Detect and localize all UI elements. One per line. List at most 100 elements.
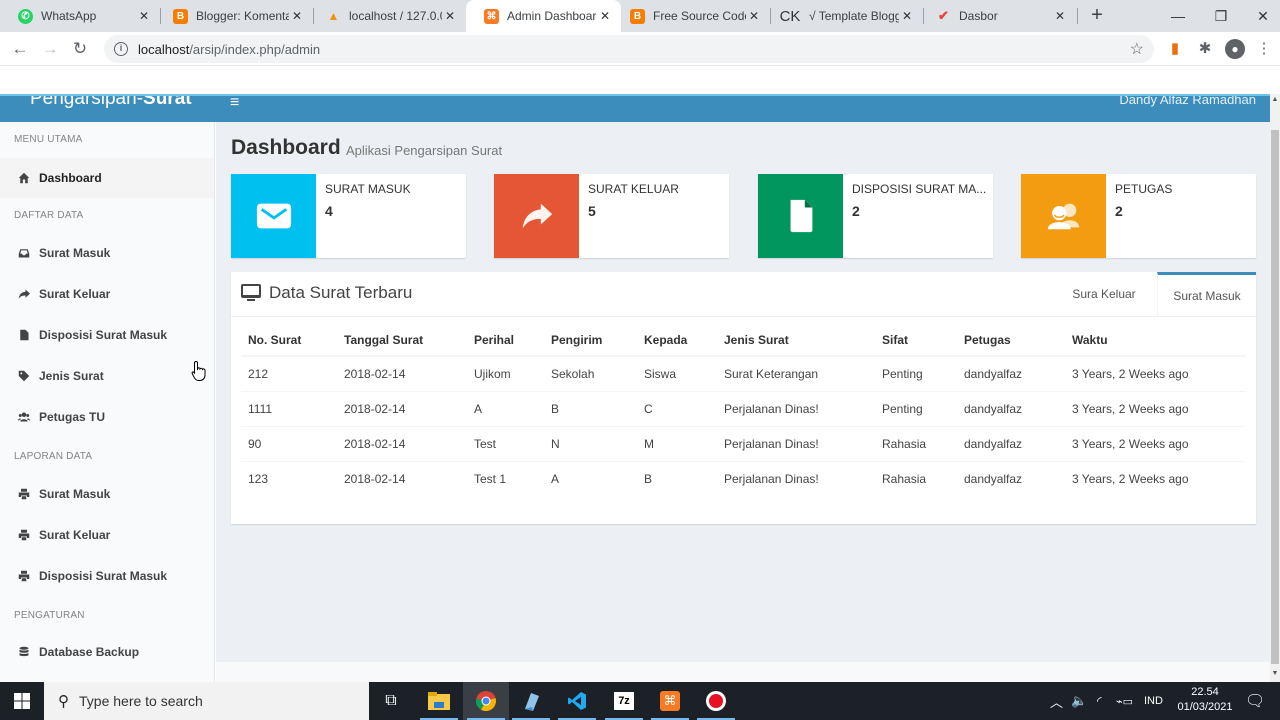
browser-tab-free-source-code[interactable]: B Free Source Code ✕ xyxy=(612,0,770,32)
battery-icon[interactable]: ⌁▭ xyxy=(1116,682,1133,720)
recent-letters-table: No. Surat Tanggal Surat Perihal Pengirim Kep… xyxy=(241,324,1246,496)
print-icon xyxy=(17,569,31,583)
taskbar-clock[interactable]: 22.54 01/03/2021 xyxy=(1170,685,1240,715)
browser-tab-admin-dashboard[interactable]: ⌘ Admin Dashboard ✕ xyxy=(466,0,621,32)
search-icon: ⚲ xyxy=(58,693,69,710)
address-bar[interactable]: i localhost/arsip/index.php/admin ☆ xyxy=(104,35,1154,63)
site-info-icon[interactable]: i xyxy=(114,42,128,56)
browser-tab-blogger-komentar[interactable]: B Blogger: Komentar ✕ xyxy=(155,0,313,32)
table-header-row: No. Surat Tanggal Surat Perihal Pengirim Kep… xyxy=(241,324,1246,357)
blogger-icon: B xyxy=(173,8,188,24)
xampp-icon: ⌘ xyxy=(484,8,499,24)
close-tab-icon[interactable]: ✕ xyxy=(1052,9,1068,23)
browser-tab-template-blogger[interactable]: CK √ Template Blogger ✕ xyxy=(765,0,923,32)
table-cell: B xyxy=(644,471,653,486)
profile-avatar-icon[interactable]: ● xyxy=(1225,39,1245,59)
vscode-icon[interactable] xyxy=(554,682,600,720)
browser-menu-icon[interactable]: ⋮ xyxy=(1255,40,1273,58)
table-cell: dandyalfaz xyxy=(957,426,1065,462)
chrome-icon[interactable] xyxy=(463,682,509,720)
sidebar-item-laporan-surat-keluar[interactable]: Surat Keluar xyxy=(0,515,214,555)
minimize-button[interactable]: — xyxy=(1155,0,1201,32)
browser-tab-dasbor[interactable]: ✔ Dasbor ✕ xyxy=(918,0,1076,32)
network-icon[interactable]: ◜ xyxy=(1097,682,1102,720)
browser-tab-phpmyadmin[interactable]: ▲ localhost / 127.0.0 ✕ xyxy=(308,0,466,32)
scroll-thumb[interactable] xyxy=(1271,130,1279,664)
restore-button[interactable]: ❐ xyxy=(1198,0,1244,32)
close-tab-icon[interactable]: ✕ xyxy=(136,9,152,23)
show-hidden-icons-button[interactable]: ︿ xyxy=(1050,682,1063,720)
sidebar-item-laporan-surat-masuk[interactable]: Surat Masuk xyxy=(0,474,214,514)
sidebar-item-jenis-surat[interactable]: Jenis Surat xyxy=(0,356,214,396)
notepad-icon[interactable] xyxy=(508,682,554,720)
volume-icon[interactable]: 🔈 xyxy=(1071,682,1087,720)
browser-tab-strip: ✆ WhatsApp ✕ B Blogger: Komentar ✕ ▲ loc… xyxy=(0,0,1280,32)
app-brand[interactable]: Pengarsipan-Surat xyxy=(30,96,192,110)
info-box-label: PETUGAS xyxy=(1115,182,1173,196)
reload-button[interactable]: ↻ xyxy=(69,38,91,60)
blogger-icon: B xyxy=(630,8,645,24)
close-tab-icon[interactable]: ✕ xyxy=(442,9,458,23)
table-cell: Perjalanan Dinas! xyxy=(724,471,819,486)
language-indicator[interactable]: IND xyxy=(1144,682,1163,720)
sidebar-item-disposisi-surat-masuk[interactable]: Disposisi Surat Masuk xyxy=(0,315,214,355)
sidebar-toggle-icon[interactable]: ≡ xyxy=(230,96,239,112)
start-button[interactable] xyxy=(0,682,44,720)
extensions-puzzle-icon[interactable]: ✱ xyxy=(1196,40,1214,58)
page-title: Dashboard xyxy=(231,136,341,159)
sidebar-section-header: DAFTAR DATA xyxy=(14,210,84,221)
sidebar-item-surat-masuk[interactable]: Surat Masuk xyxy=(0,233,214,273)
windows-logo-icon xyxy=(14,693,30,709)
scroll-up-arrow-icon[interactable]: ▲ xyxy=(1270,96,1280,108)
sidebar: MENU UTAMA Dashboard DAFTAR DATA Surat M… xyxy=(0,122,215,682)
table-row: 90 2018-02-14 Test N M Perjalanan Dinas! Rahas… xyxy=(241,426,1246,462)
sidebar-section-header: MENU UTAMA xyxy=(14,134,83,145)
sidebar-item-database-backup[interactable]: Database Backup xyxy=(0,632,214,672)
table-cell: Test xyxy=(467,426,544,462)
info-box-disposisi[interactable]: DISPOSISI SURAT MA... 2 xyxy=(758,174,993,258)
close-tab-icon[interactable]: ✕ xyxy=(597,9,613,23)
column-header: Pengirim xyxy=(544,324,637,357)
tab-surat-masuk[interactable]: Surat Masuk xyxy=(1157,272,1256,316)
info-box-surat-keluar[interactable]: SURAT KELUAR 5 xyxy=(494,174,729,258)
screen-recorder-icon[interactable] xyxy=(693,682,739,720)
page-top-spacer xyxy=(0,66,1270,94)
bookmark-star-icon[interactable]: ☆ xyxy=(1130,39,1144,59)
table-cell: 3 Years, 2 Weeks ago xyxy=(1072,471,1189,486)
browser-tab-whatsapp[interactable]: ✆ WhatsApp ✕ xyxy=(0,0,160,32)
sidebar-item-laporan-disposisi[interactable]: Disposisi Surat Masuk xyxy=(0,556,214,596)
taskbar-search-box[interactable]: ⚲ Type here to search xyxy=(44,682,369,720)
back-button[interactable]: ← xyxy=(9,38,31,60)
7zip-icon[interactable]: 7z xyxy=(601,682,647,720)
table-cell: dandyalfaz xyxy=(964,471,1023,486)
close-window-button[interactable]: ✕ xyxy=(1240,0,1280,32)
print-icon xyxy=(17,528,31,542)
close-tab-icon[interactable]: ✕ xyxy=(899,9,915,23)
notifications-icon[interactable]: 🗨 xyxy=(1245,682,1265,720)
sidebar-item-surat-keluar[interactable]: Surat Keluar xyxy=(0,274,214,314)
column-header: Perihal xyxy=(467,324,544,357)
tag-icon xyxy=(17,369,31,383)
file-explorer-icon[interactable] xyxy=(416,682,462,720)
tab-separator xyxy=(1077,8,1078,24)
xampp-icon[interactable]: ⌘ xyxy=(647,682,693,720)
extension-icon[interactable]: ▮ xyxy=(1166,40,1184,58)
new-tab-button[interactable]: + xyxy=(1087,4,1107,27)
browser-toolbar: ← → ↻ i localhost/arsip/index.php/admin … xyxy=(0,32,1280,66)
user-menu[interactable]: Dandy Alfaz Ramadhan xyxy=(1119,96,1256,107)
close-tab-icon[interactable]: ✕ xyxy=(746,9,762,23)
close-tab-icon[interactable]: ✕ xyxy=(289,9,305,23)
info-box-surat-masuk[interactable]: SURAT MASUK 4 xyxy=(231,174,466,258)
share-icon xyxy=(494,174,579,258)
task-view-icon[interactable]: ⧉ xyxy=(368,682,414,720)
forward-button[interactable]: → xyxy=(39,38,61,60)
info-box-value: 2 xyxy=(852,203,860,219)
info-box-petugas[interactable]: PETUGAS 2 xyxy=(1021,174,1256,258)
sidebar-section-header: LAPORAN DATA xyxy=(14,451,93,462)
sidebar-item-petugas-tu[interactable]: Petugas TU xyxy=(0,397,214,437)
sidebar-item-dashboard[interactable]: Dashboard xyxy=(0,158,214,198)
page-subtitle: Aplikasi Pengarsipan Surat xyxy=(346,143,503,158)
page-scrollbar[interactable]: ▲ ▼ xyxy=(1270,94,1280,682)
scroll-down-arrow-icon[interactable]: ▼ xyxy=(1270,670,1280,682)
tab-sura-keluar[interactable]: Sura Keluar xyxy=(1057,272,1151,316)
